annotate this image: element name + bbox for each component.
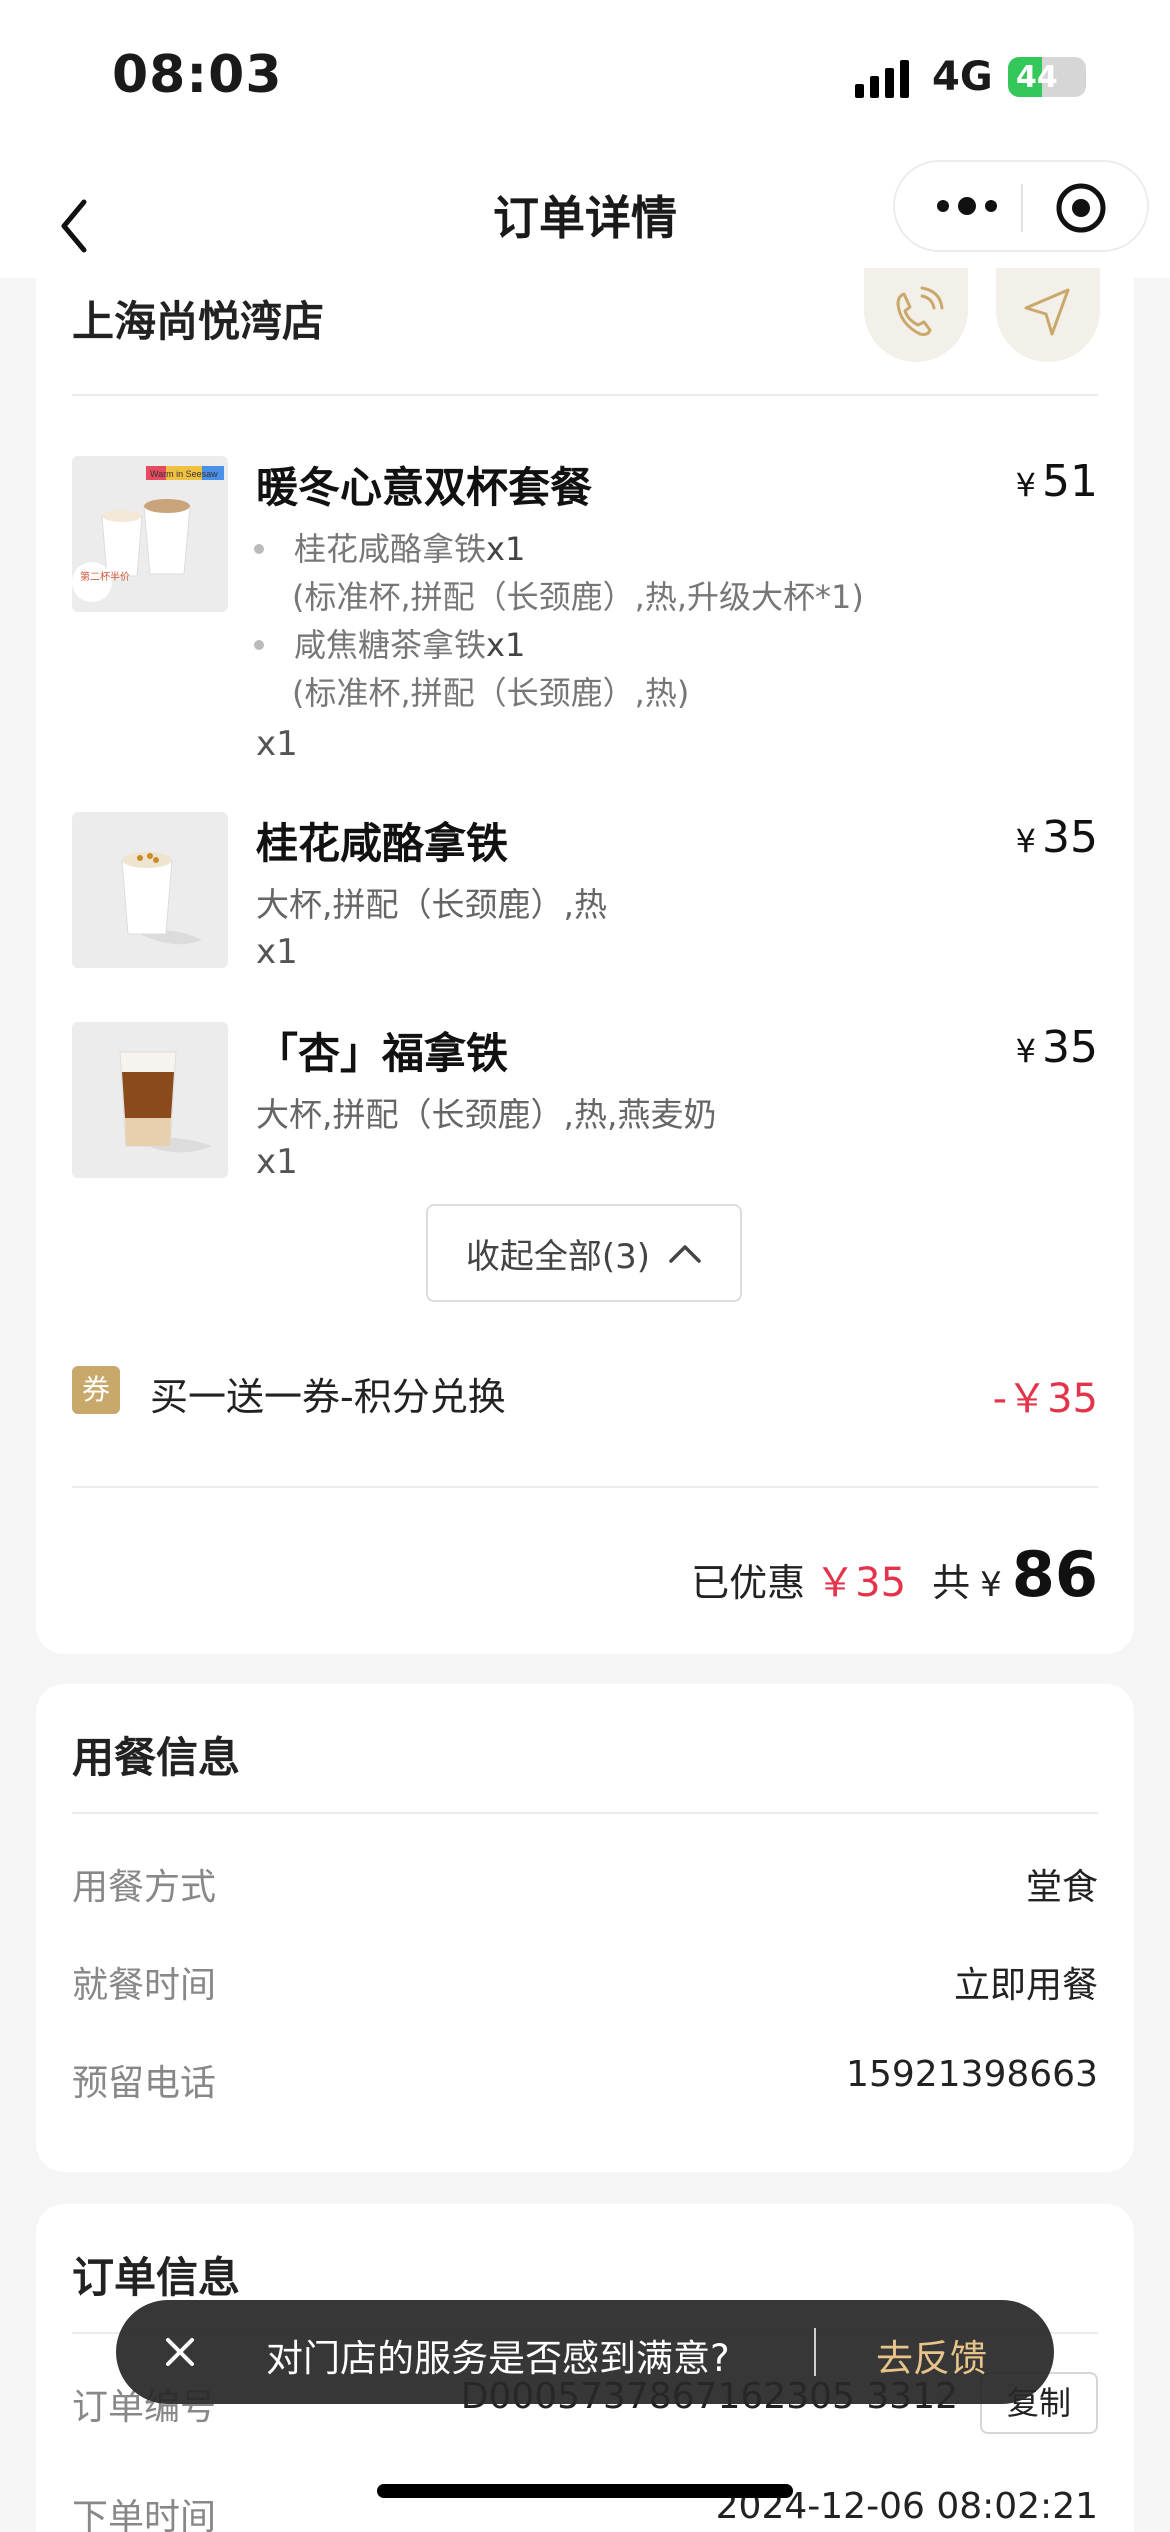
status-bar: 08:03 4G 44	[0, 0, 1170, 160]
more-icon[interactable]	[929, 184, 1009, 228]
feedback-button[interactable]: 去反馈	[876, 2328, 987, 2382]
total-row: 已优惠 ￥35 共 ¥ 86	[691, 1538, 1098, 1611]
close-icon[interactable]	[160, 2332, 200, 2372]
product-qty: x1	[256, 724, 298, 764]
store-name: 上海尚悦湾店	[72, 297, 325, 346]
product-price: ¥51	[1015, 456, 1098, 507]
signal-icon	[855, 60, 909, 98]
product-name: 「杏」福拿铁	[256, 1029, 509, 1078]
product-options: 大杯,拼配（长颈鹿）,热	[256, 885, 607, 924]
close-miniprogram-icon[interactable]	[1055, 182, 1107, 234]
order-items-card: 上海尚悦湾店 Warm in Seesaw 第二杯半价 暖冬心意双杯套餐 ¥ 5…	[36, 268, 1134, 1654]
total-amount: 86	[1011, 1538, 1098, 1611]
product-options: 大杯,拼配（长颈鹿）,热,燕麦奶	[256, 1095, 717, 1134]
dining-mode-value: 堂食	[1025, 1867, 1098, 1908]
feedback-toast: 对门店的服务是否感到满意? 去反馈	[116, 2300, 1054, 2404]
bullet	[254, 544, 264, 554]
navigation-icon	[1024, 288, 1070, 336]
divider	[72, 394, 1098, 396]
set-item-options: (标准杯,拼配（长颈鹿）,热,升级大杯*1)	[292, 578, 864, 616]
navigate-store-button[interactable]	[996, 268, 1100, 362]
mini-program-capsule	[893, 160, 1149, 252]
product-name: 桂花咸酪拿铁	[256, 819, 509, 868]
battery-level: 44	[1016, 60, 1058, 95]
dining-mode-label: 用餐方式	[72, 1867, 217, 1908]
chevron-up-icon	[669, 1245, 701, 1263]
coupon-icon: 券	[72, 1366, 120, 1414]
collapse-label: 收起全部(3)	[465, 1236, 651, 1277]
dining-time-value: 立即用餐	[953, 1965, 1098, 2006]
battery-icon: 44	[1008, 57, 1086, 97]
capsule-divider	[1021, 184, 1023, 232]
product-image	[72, 812, 228, 968]
discount-label: 已优惠	[691, 1561, 806, 1605]
coupon-text: 买一送一券-积分兑换	[150, 1375, 506, 1419]
total-label: 共	[932, 1561, 971, 1605]
set-item: 咸焦糖茶拿铁x1	[294, 626, 526, 664]
phone-value: 15921398663	[846, 2054, 1098, 2095]
discount-amount: ￥35	[815, 1560, 907, 1606]
set-item-options: (标准杯,拼配（长颈鹿）,热)	[292, 674, 690, 712]
bullet	[254, 640, 264, 650]
status-time: 08:03	[112, 45, 283, 105]
section-title: 订单信息	[72, 2253, 241, 2302]
product-price: ¥35	[1015, 1022, 1098, 1073]
divider	[72, 1486, 1098, 1488]
phone-icon	[896, 286, 944, 336]
product-banner: Warm in Seesaw	[150, 469, 218, 479]
dining-time-label: 就餐时间	[72, 1965, 217, 2006]
set-item: 桂花咸酪拿铁x1	[294, 530, 526, 568]
coupon-value: -￥35	[992, 1376, 1098, 1422]
toast-message: 对门店的服务是否感到满意?	[266, 2337, 730, 2380]
product-image	[72, 1022, 228, 1178]
product-name: 暖冬心意双杯套餐	[256, 463, 593, 512]
phone-label: 预留电话	[72, 2063, 217, 2104]
total-currency: ¥	[980, 1565, 1002, 1605]
product-qty: x1	[256, 932, 298, 972]
divider	[72, 1812, 1098, 1814]
call-store-button[interactable]	[864, 268, 968, 362]
dining-info-card: 用餐信息 用餐方式 堂食 就餐时间 立即用餐 预留电话 15921398663	[36, 1684, 1134, 2172]
network-type: 4G	[932, 54, 993, 100]
toast-divider	[814, 2328, 816, 2376]
order-time-label: 下单时间	[72, 2497, 217, 2532]
product-badge: 第二杯半价	[80, 570, 130, 583]
product-price: ¥35	[1015, 812, 1098, 863]
nav-bar: 订单详情	[0, 160, 1170, 278]
collapse-all-button[interactable]: 收起全部(3)	[426, 1204, 742, 1302]
product-qty: x1	[256, 1142, 298, 1182]
product-image: Warm in Seesaw 第二杯半价	[72, 456, 228, 612]
section-title: 用餐信息	[72, 1733, 241, 1782]
home-indicator	[377, 2484, 793, 2498]
